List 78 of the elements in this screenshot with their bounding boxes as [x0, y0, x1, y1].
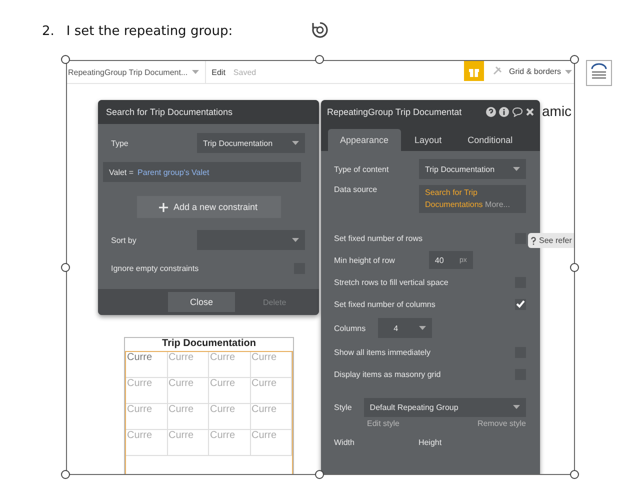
resize-handle[interactable] [570, 470, 579, 479]
property-label: Type of content [334, 164, 389, 174]
data-source-field[interactable]: Search for Trip Documentations More... [419, 185, 526, 213]
table-cell: Curre [168, 430, 209, 456]
grid-borders-menu[interactable]: Grid & borders [509, 67, 572, 76]
document-text: I set the repeating group: [66, 24, 233, 39]
plus-icon [159, 202, 168, 212]
add-constraint-button[interactable]: Add a new constraint [136, 196, 280, 218]
close-icon[interactable] [526, 108, 534, 116]
table-cell: Curre [209, 430, 250, 456]
panel-tab[interactable]: Appearance [328, 129, 401, 151]
reference-tooltip[interactable]: See refer [528, 233, 574, 248]
table-cell: Curre [250, 404, 292, 430]
property-label: Set fixed number of columns [334, 300, 436, 308]
table-cell: Curre [168, 352, 209, 378]
table-cell: Curre [209, 352, 250, 378]
caret-icon [192, 70, 199, 74]
resize-handle[interactable] [61, 263, 70, 272]
caret-icon [513, 167, 520, 171]
check-icon [516, 300, 525, 308]
table-cell: Curre [209, 404, 250, 430]
layout-options-icon[interactable] [586, 60, 612, 86]
info-icon[interactable] [499, 107, 509, 117]
property-label: Min height of row [334, 256, 395, 264]
embedded-screenshot[interactable] [66, 60, 575, 475]
resize-handle[interactable] [570, 263, 579, 272]
saved-status: Saved [233, 68, 256, 76]
edit-label[interactable]: Edit [212, 68, 226, 76]
resize-handle[interactable] [315, 470, 324, 479]
property-label: Stretch rows to fill vertical space [334, 278, 448, 286]
background-text: amic [542, 103, 572, 119]
property-label: Display items as masonry grid [334, 370, 441, 378]
panel-title: RepeatingGroup Trip Documentat [327, 107, 462, 117]
sort-label: Sort by [111, 236, 136, 244]
help-icon[interactable] [486, 107, 496, 117]
caret-icon [418, 326, 426, 330]
type-label: Type [111, 138, 128, 148]
property-label: Set fixed number of rows [334, 234, 422, 242]
table-cell: Curre [168, 378, 209, 404]
table-cell: Curre [168, 404, 209, 430]
caret-icon [292, 141, 299, 145]
resize-handle[interactable] [315, 55, 324, 64]
caret-icon [513, 405, 520, 409]
property-label: Show all items immediately [334, 348, 430, 356]
resize-handle[interactable] [570, 55, 579, 64]
table-cell: Curre [209, 378, 250, 404]
panel-tab[interactable]: Layout [402, 129, 454, 151]
table-cell: Curre [126, 352, 168, 378]
property-label: Style [334, 402, 352, 412]
group-title: Trip Documentation [161, 338, 257, 351]
panel-title: Search for Trip Documentations [98, 100, 319, 124]
caret-icon [292, 238, 299, 242]
help-icon [531, 236, 536, 244]
table-cell: Curre [126, 404, 168, 430]
comment-icon[interactable] [512, 107, 523, 117]
list-number: 2. [42, 24, 54, 39]
property-label: Width [334, 438, 354, 446]
property-label: Columns [334, 324, 366, 332]
property-label: Height [418, 438, 442, 446]
property-label: Data source [334, 185, 378, 194]
table-cell: Curre [250, 378, 292, 404]
constraint-field[interactable]: Valet = Parent group's Valet [103, 162, 301, 182]
panel-tab[interactable]: Conditional [456, 129, 525, 151]
ignore-label: Ignore empty constraints [111, 264, 199, 272]
rotate-icon [310, 20, 330, 40]
table-cell: Curre [126, 430, 168, 456]
type-dropdown[interactable]: Trip Documentation [197, 133, 305, 153]
caret-icon [565, 70, 572, 74]
resize-handle[interactable] [61, 470, 70, 479]
table-cell: Curre [250, 352, 292, 378]
table-cell: Curre [126, 378, 168, 404]
resize-handle[interactable] [61, 55, 70, 64]
table-cell: Curre [250, 430, 292, 456]
close-button[interactable]: Close [168, 292, 236, 312]
content-type-dropdown[interactable]: Trip Documentation [419, 159, 526, 179]
columns-dropdown[interactable]: 4 [378, 318, 432, 338]
style-dropdown[interactable]: Default Repeating Group [364, 398, 526, 416]
checkbox[interactable] [515, 298, 526, 310]
